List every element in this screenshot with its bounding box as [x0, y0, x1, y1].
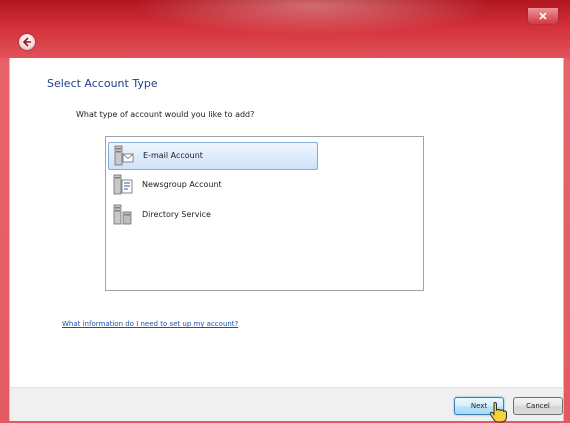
newsgroup-account-icon — [113, 174, 133, 195]
back-button[interactable] — [19, 34, 35, 50]
title-bar — [0, 0, 570, 58]
list-item-newsgroup-account[interactable]: Newsgroup Account — [108, 172, 318, 200]
list-item-label: E-mail Account — [143, 151, 203, 160]
list-item-label: Newsgroup Account — [142, 180, 222, 189]
account-type-question: What type of account would you like to a… — [76, 110, 255, 119]
close-button[interactable] — [528, 8, 558, 24]
cancel-button[interactable]: Cancel — [513, 397, 563, 415]
page-title: Select Account Type — [47, 77, 158, 90]
email-account-icon — [114, 145, 134, 166]
list-item-directory-service[interactable]: Directory Service — [108, 202, 318, 230]
account-type-list[interactable]: E-mail Account Newsgroup Account Directo… — [105, 136, 424, 291]
list-item-label: Directory Service — [142, 210, 211, 219]
directory-service-icon — [113, 204, 132, 225]
setup-help-link[interactable]: What information do I need to set up my … — [62, 320, 238, 328]
close-icon — [539, 12, 547, 20]
back-arrow-icon — [22, 37, 31, 47]
hand-cursor-icon — [489, 401, 507, 423]
list-item-email-account[interactable]: E-mail Account — [108, 142, 318, 170]
